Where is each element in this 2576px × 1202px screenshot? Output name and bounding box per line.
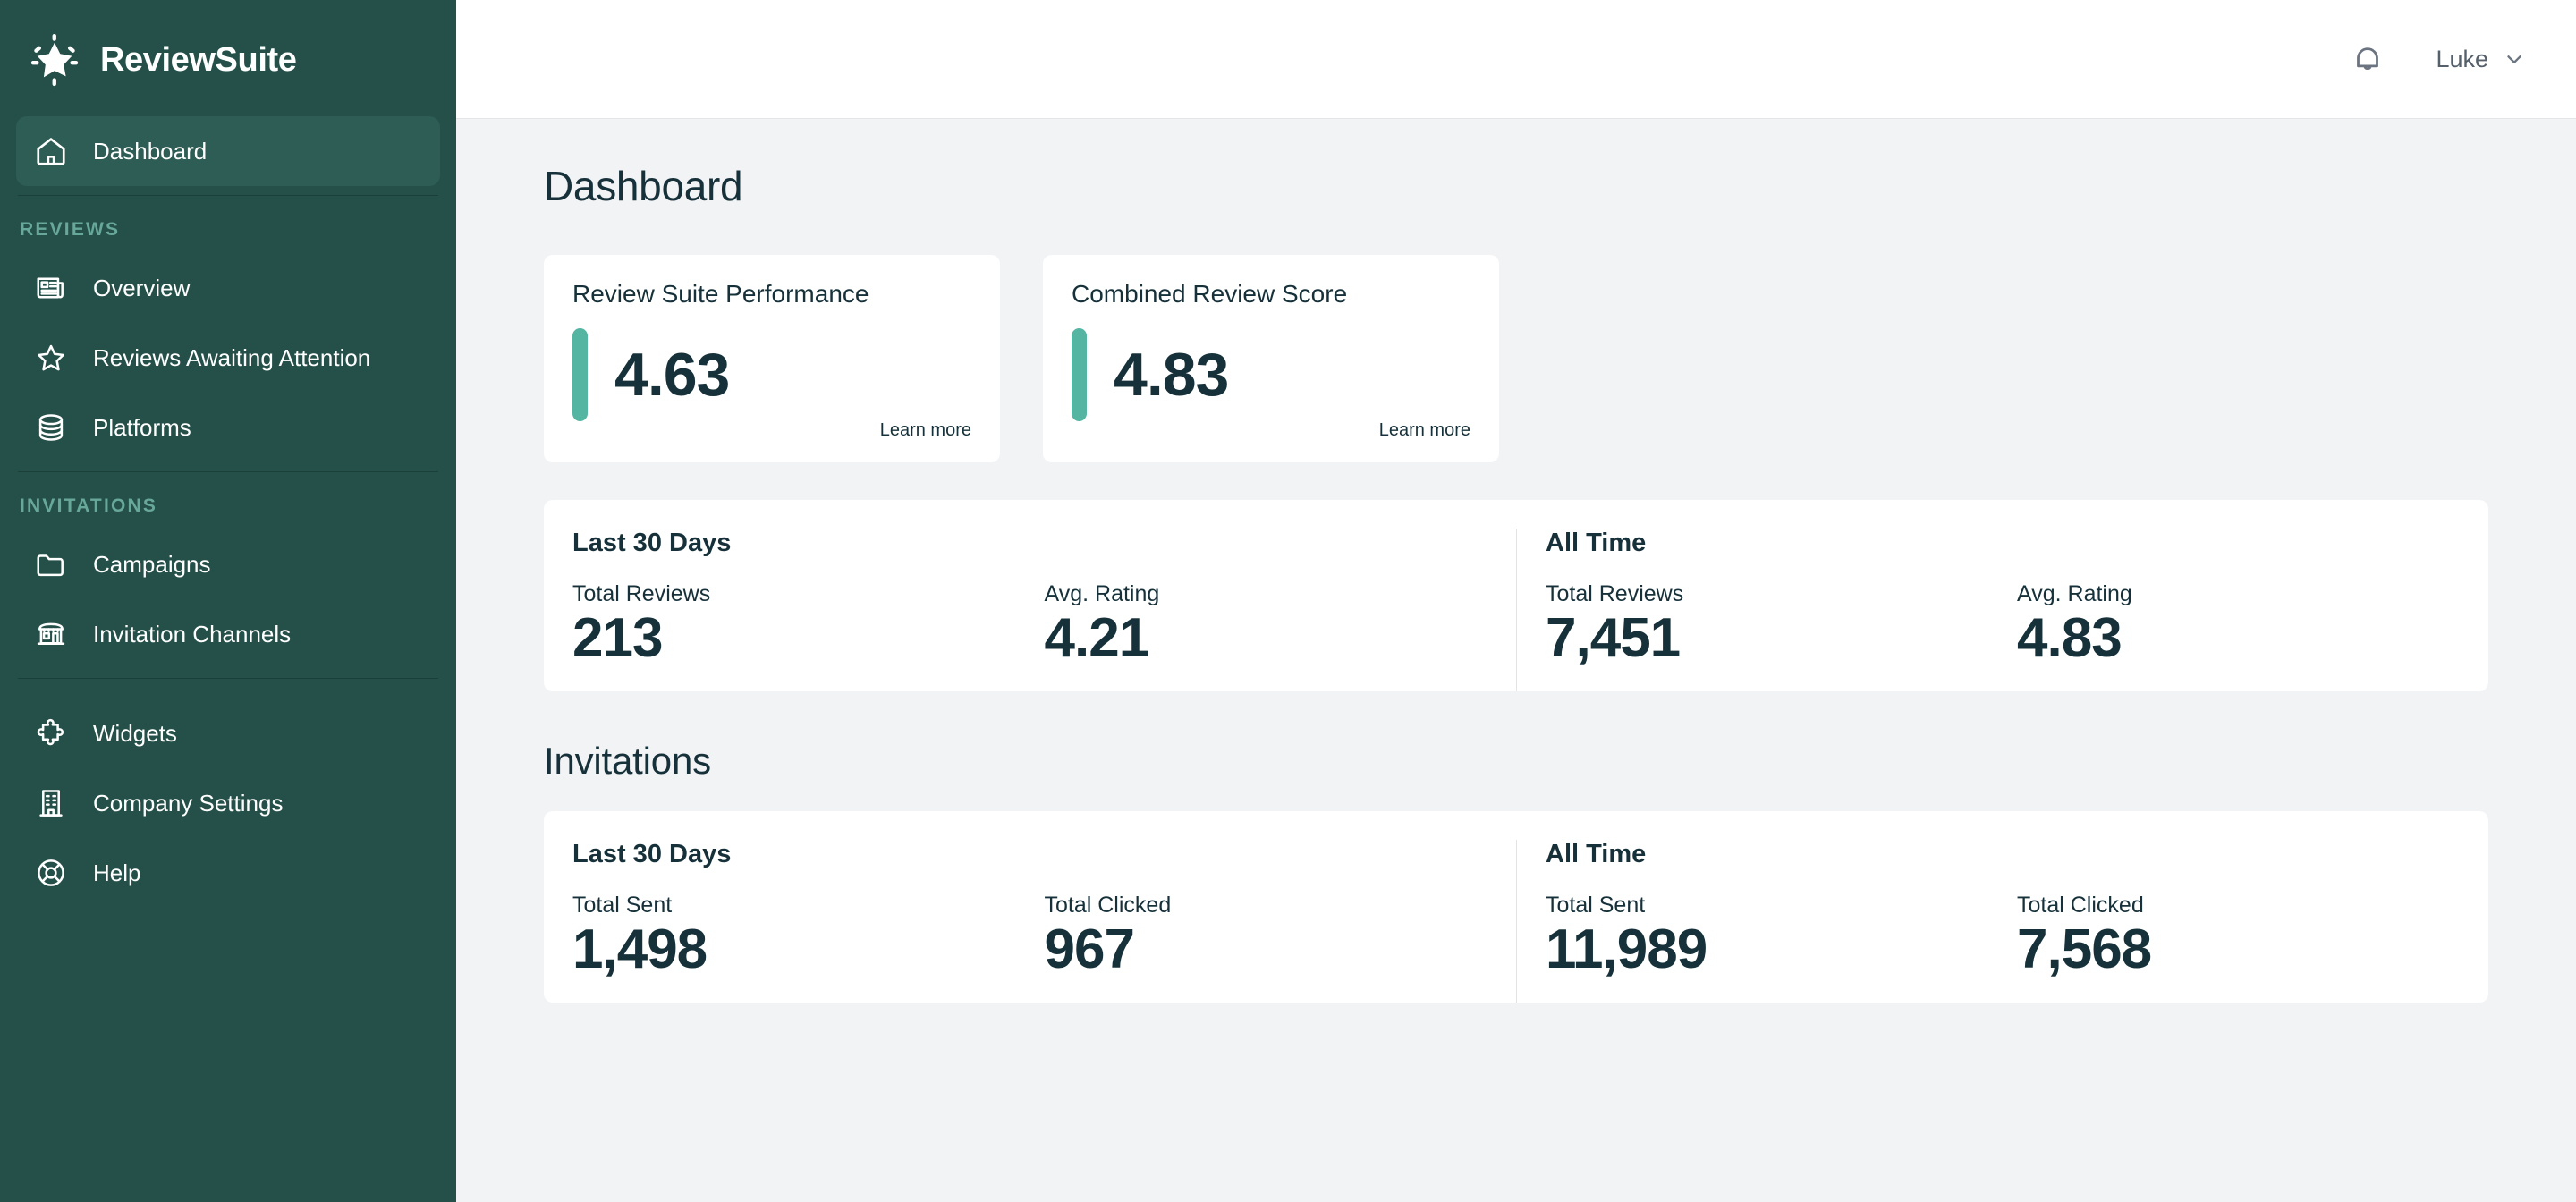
sidebar-section-reviews-label: REVIEWS	[20, 219, 121, 240]
metric-label: Total Clicked	[1044, 893, 1172, 918]
sidebar-item-label: Reviews Awaiting Attention	[93, 343, 371, 371]
metric-label: Total Reviews	[572, 581, 711, 606]
score-card-review-suite-performance: Review Suite Performance 4.63 Learn more	[544, 255, 1000, 462]
sidebar-item-label: Dashboard	[93, 137, 208, 165]
sidebar-item-label: Company Settings	[93, 789, 284, 817]
metric-label: Avg. Rating	[1044, 581, 1160, 606]
invitations-stats-card: Last 30 Days Total Sent 1,498 Total Clic…	[544, 811, 2488, 1003]
metric-value: 4.83	[2017, 607, 2123, 669]
chevron-down-icon	[2503, 47, 2526, 71]
sidebar-item-help[interactable]: Help	[16, 838, 440, 908]
stats-metrics: Total Sent 1,498 Total Clicked 967	[572, 893, 1516, 978]
sidebar-item-label: Widgets	[93, 719, 177, 747]
metric-total-clicked: Total Clicked 967	[1045, 893, 1517, 978]
metric-avg-rating: Avg. Rating 4.83	[2017, 581, 2488, 667]
invitations-section-title: Invitations	[544, 740, 711, 782]
metric-total-sent: Total Sent 11,989	[1546, 893, 2017, 978]
score-card-label: Combined Review Score	[1072, 280, 1348, 308]
score-card-body: 4.83	[1072, 328, 1470, 421]
stats-metrics: Total Reviews 213 Avg. Rating 4.21	[572, 581, 1516, 667]
metric-value: 7,568	[2017, 918, 2152, 980]
metric-total-sent: Total Sent 1,498	[572, 893, 1045, 978]
sidebar-item-label: Platforms	[93, 413, 191, 441]
sidebar-item-reviews-awaiting-attention[interactable]: Reviews Awaiting Attention	[16, 323, 440, 393]
learn-more-link[interactable]: Learn more	[1379, 420, 1470, 441]
metric-value: 1,498	[572, 918, 708, 980]
brand[interactable]: ReviewSuite	[0, 0, 456, 116]
folder-icon	[32, 546, 70, 583]
metric-total-clicked: Total Clicked 7,568	[2017, 893, 2488, 978]
main-area: Luke Dashboard Review Suite Performance …	[456, 0, 2576, 1202]
metric-total-reviews: Total Reviews 7,451	[1546, 581, 2017, 667]
metric-total-reviews: Total Reviews 213	[572, 581, 1045, 667]
nav-footer: Widgets Company Settings Help	[0, 679, 456, 908]
user-name: Luke	[2436, 45, 2488, 72]
metric-value: 967	[1044, 918, 1135, 980]
bell-icon[interactable]	[2343, 34, 2393, 84]
metric-value: 4.21	[1044, 607, 1150, 669]
page-title: Dashboard	[544, 163, 743, 209]
sidebar-item-platforms[interactable]: Platforms	[16, 393, 440, 462]
dashboard-content: Dashboard Review Suite Performance 4.63 …	[456, 119, 2576, 1202]
nav-primary: Dashboard	[0, 116, 456, 186]
stats-period-label: Last 30 Days	[572, 840, 732, 868]
app-root: ReviewSuite Dashboard REVIEWS Overview R…	[0, 0, 2576, 1202]
metric-label: Total Clicked	[2017, 893, 2144, 918]
score-card-body: 4.63	[572, 328, 971, 421]
sidebar-item-label: Invitation Channels	[93, 620, 292, 648]
sidebar-item-label: Campaigns	[93, 550, 211, 578]
stats-metrics: Total Reviews 7,451 Avg. Rating 4.83	[1546, 581, 2488, 667]
accent-bar	[1072, 328, 1087, 421]
lifebuoy-icon	[32, 854, 70, 892]
stats-metrics: Total Sent 11,989 Total Clicked 7,568	[1546, 893, 2488, 978]
user-menu[interactable]: Luke	[2436, 46, 2526, 73]
puzzle-icon	[32, 715, 70, 752]
learn-more-link[interactable]: Learn more	[880, 420, 971, 441]
newspaper-icon	[32, 269, 70, 307]
metric-value: 7,451	[1546, 607, 1681, 669]
metric-label: Total Sent	[572, 893, 673, 918]
home-icon	[32, 132, 70, 170]
sidebar: ReviewSuite Dashboard REVIEWS Overview R…	[0, 0, 456, 1202]
stats-period-label: All Time	[1546, 529, 1647, 557]
reviews-last-30-days: Last 30 Days Total Reviews 213 Avg. Rati…	[544, 529, 1516, 691]
reviews-all-time: All Time Total Reviews 7,451 Avg. Rating…	[1516, 529, 2488, 691]
invitations-last-30-days: Last 30 Days Total Sent 1,498 Total Clic…	[544, 840, 1516, 1003]
sidebar-item-campaigns[interactable]: Campaigns	[16, 529, 440, 599]
nav-reviews: Overview Reviews Awaiting Attention Plat…	[0, 253, 456, 462]
score-card-combined-review-score: Combined Review Score 4.83 Learn more	[1043, 255, 1499, 462]
sidebar-item-widgets[interactable]: Widgets	[16, 698, 440, 768]
sidebar-item-overview[interactable]: Overview	[16, 253, 440, 323]
database-icon	[32, 409, 70, 446]
sidebar-item-label: Help	[93, 859, 141, 886]
sidebar-item-label: Overview	[93, 274, 191, 301]
brand-name: ReviewSuite	[100, 40, 297, 79]
sidebar-section-invitations-label: INVITATIONS	[20, 495, 158, 516]
storefront-icon	[32, 615, 70, 653]
metric-label: Total Reviews	[1546, 581, 1684, 606]
sparkle-star-icon	[27, 32, 82, 88]
score-value: 4.63	[614, 341, 730, 409]
score-value: 4.83	[1114, 341, 1229, 409]
sidebar-item-dashboard[interactable]: Dashboard	[16, 116, 440, 186]
nav-invitations: Campaigns Invitation Channels	[0, 529, 456, 669]
reviews-stats-card: Last 30 Days Total Reviews 213 Avg. Rati…	[544, 500, 2488, 691]
metric-value: 11,989	[1546, 918, 1707, 980]
score-cards-row: Review Suite Performance 4.63 Learn more…	[544, 255, 2488, 462]
star-icon	[32, 339, 70, 377]
metric-label: Total Sent	[1546, 893, 1646, 918]
accent-bar	[572, 328, 588, 421]
sidebar-item-company-settings[interactable]: Company Settings	[16, 768, 440, 838]
building-icon	[32, 784, 70, 822]
stats-period-label: Last 30 Days	[572, 529, 732, 557]
topbar: Luke	[456, 0, 2576, 119]
metric-avg-rating: Avg. Rating 4.21	[1045, 581, 1517, 667]
score-card-label: Review Suite Performance	[572, 280, 869, 308]
metric-value: 213	[572, 607, 663, 669]
invitations-all-time: All Time Total Sent 11,989 Total Clicked…	[1516, 840, 2488, 1003]
metric-label: Avg. Rating	[2017, 581, 2132, 606]
sidebar-item-invitation-channels[interactable]: Invitation Channels	[16, 599, 440, 669]
stats-period-label: All Time	[1546, 840, 1647, 868]
